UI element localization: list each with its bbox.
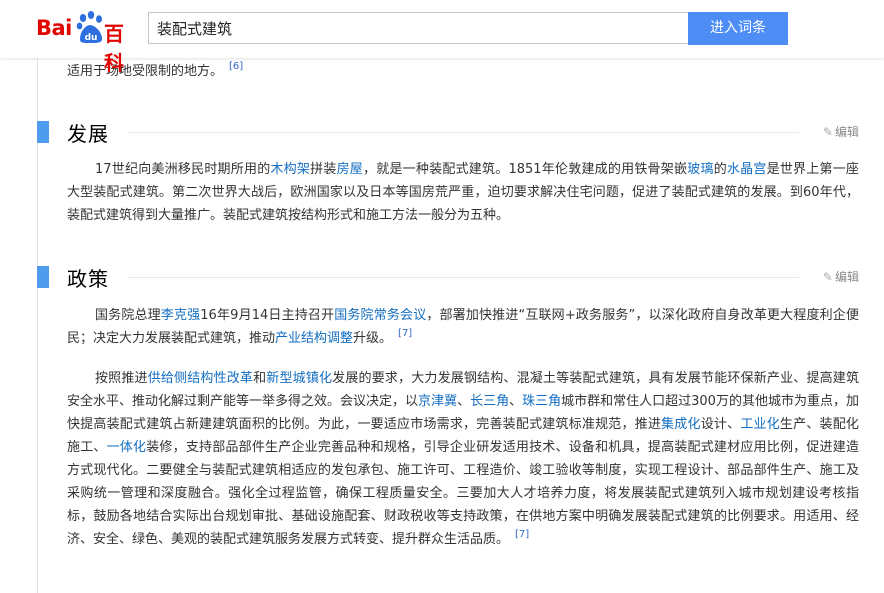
logo-text-bai: Bai: [36, 16, 72, 40]
reference-link[interactable]: [7]: [515, 529, 529, 540]
edit-label: 编辑: [834, 125, 859, 139]
reference-link-6[interactable]: [6]: [229, 61, 243, 72]
inline-link[interactable]: 产业结构调整: [275, 331, 353, 346]
section-title: 政策: [67, 267, 109, 291]
paragraph-text: 和: [253, 371, 267, 386]
inline-link[interactable]: 玻璃: [687, 162, 713, 177]
pencil-icon: ✎: [822, 270, 833, 284]
paragraph-text: 升级。: [353, 331, 393, 346]
paragraph-text: 、: [457, 394, 471, 409]
inline-link[interactable]: 长三角: [470, 394, 509, 409]
header-bar: Bai du 百科 进入词条: [0, 0, 884, 75]
intro-fragment-text: 适用于场地受限制的地方。: [67, 64, 224, 79]
section-heading-development: 发展 ✎ 编辑: [37, 120, 859, 146]
heading-accent-bar: [37, 266, 49, 288]
paw-icon: du: [76, 11, 102, 43]
paragraph-text: 16年9月14日主持召开: [200, 308, 335, 323]
edit-label: 编辑: [834, 270, 859, 284]
edit-section-button[interactable]: ✎ 编辑: [823, 123, 859, 140]
paragraph-text: 拼装: [310, 162, 337, 177]
inline-link[interactable]: 集成化: [661, 417, 701, 432]
search-input[interactable]: [149, 13, 688, 43]
inline-link[interactable]: 京津冀: [418, 394, 457, 409]
inline-link[interactable]: 国务院常务会议: [334, 308, 426, 323]
section-title: 发展: [67, 122, 109, 146]
paragraph-text: 、: [509, 394, 523, 409]
heading-divider: [127, 132, 799, 133]
paragraph-text: 设计、: [700, 417, 741, 432]
inline-link[interactable]: 房屋: [337, 162, 363, 177]
inline-link[interactable]: 一体化: [107, 440, 147, 455]
inline-link[interactable]: 水晶宫: [727, 162, 767, 177]
paragraph-text: 的: [713, 162, 727, 177]
paragraph-text: 17世纪向美洲移民时期所用的: [95, 162, 271, 177]
pencil-icon: ✎: [822, 125, 833, 139]
article-content: 适用于场地受限制的地方。 [6] 发展 ✎ 编辑 17世纪向美洲移民时期所用的木构架…: [0, 0, 884, 593]
inline-link[interactable]: 新型城镇化: [266, 371, 332, 386]
search-box: [148, 12, 688, 44]
section-heading-policy: 政策 ✎ 编辑: [37, 265, 859, 291]
heading-accent-bar: [37, 121, 49, 143]
reference-link[interactable]: [7]: [398, 328, 412, 339]
logo-text-baike: 百科: [104, 22, 124, 75]
paragraph: 按照推进供给侧结构性改革和新型城镇化发展的要求，大力发展钢结构、混凝土等装配式建…: [67, 367, 859, 551]
inline-link[interactable]: 李克强: [161, 308, 200, 323]
paragraph: 国务院总理李克强16年9月14日主持召开国务院常务会议，部署加快推进“互联网+政…: [67, 304, 859, 350]
baidu-baike-logo[interactable]: Bai du 百科: [36, 10, 140, 75]
inline-link[interactable]: 木构架: [270, 162, 310, 177]
heading-divider: [127, 277, 799, 278]
enter-entry-button[interactable]: 进入词条: [688, 12, 788, 45]
paragraph-text: 按照推进: [95, 371, 148, 386]
inline-link[interactable]: 珠三角: [522, 394, 561, 409]
intro-fragment: 适用于场地受限制的地方。 [6]: [67, 60, 859, 83]
edit-section-button[interactable]: ✎ 编辑: [823, 268, 859, 285]
paragraph: 17世纪向美洲移民时期所用的木构架拼装房屋，就是一种装配式建筑。1851年伦敦建…: [67, 158, 859, 227]
logo-text-du: du: [85, 33, 98, 43]
paragraph-text: ，就是一种装配式建筑。1851年伦敦建成的用铁骨架嵌: [363, 162, 688, 177]
inline-link[interactable]: 工业化: [740, 417, 780, 432]
paragraph-text: 装修，支持部品部件生产企业完善品种和规格，引导企业研发适用技术、设备和机具，提高…: [67, 440, 859, 547]
inline-link[interactable]: 供给侧结构性改革: [148, 371, 253, 386]
paragraph-text: 国务院总理: [95, 308, 161, 323]
